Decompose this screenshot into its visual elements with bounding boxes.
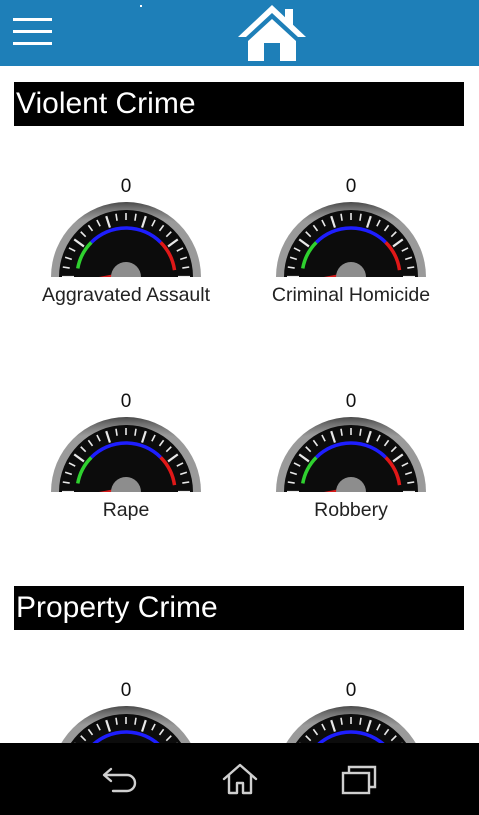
gauge-card-property-2[interactable]: 0 <box>238 680 464 743</box>
gauge-card-property-1[interactable]: 0 <box>13 680 239 743</box>
gauge-value: 0 <box>345 176 357 197</box>
back-arrow-icon[interactable] <box>101 761 141 797</box>
speedometer-gauge-icon <box>51 417 201 492</box>
house-icon[interactable] <box>236 3 308 63</box>
gauge-value: 0 <box>120 680 132 701</box>
gauge-value: 0 <box>345 680 357 701</box>
section-header-property-crime: Property Crime <box>14 586 464 630</box>
app-bar <box>0 0 479 66</box>
speedometer-gauge-icon <box>61 706 191 743</box>
gauge-label: Aggravated Assault <box>41 284 211 306</box>
speedometer-gauge-icon <box>276 202 426 277</box>
section-header-violent-crime: Violent Crime <box>14 82 464 126</box>
content-scroll-area[interactable]: Violent Crime 0 Aggravated Assault 0 Cri… <box>0 66 479 743</box>
speedometer-gauge-icon <box>51 202 201 277</box>
gauge-card-criminal-homicide[interactable]: 0 Criminal Homicide <box>238 176 464 346</box>
gauge-value: 0 <box>120 391 132 412</box>
status-indicator-dot <box>140 5 142 7</box>
gauge-card-aggravated-assault[interactable]: 0 Aggravated Assault <box>13 176 239 346</box>
hamburger-menu-icon[interactable] <box>13 16 53 48</box>
speedometer-gauge-icon <box>286 706 416 743</box>
recent-apps-icon[interactable] <box>340 761 380 797</box>
gauge-label: Robbery <box>314 499 388 521</box>
system-navigation-bar <box>0 743 479 815</box>
home-outline-icon[interactable] <box>220 761 260 797</box>
gauge-label: Criminal Homicide <box>271 284 431 306</box>
gauge-value: 0 <box>345 391 357 412</box>
gauge-card-rape[interactable]: 0 Rape <box>13 391 239 561</box>
gauge-value: 0 <box>120 176 132 197</box>
gauge-label: Rape <box>102 499 150 521</box>
gauge-card-robbery[interactable]: 0 Robbery <box>238 391 464 561</box>
speedometer-gauge-icon <box>276 417 426 492</box>
